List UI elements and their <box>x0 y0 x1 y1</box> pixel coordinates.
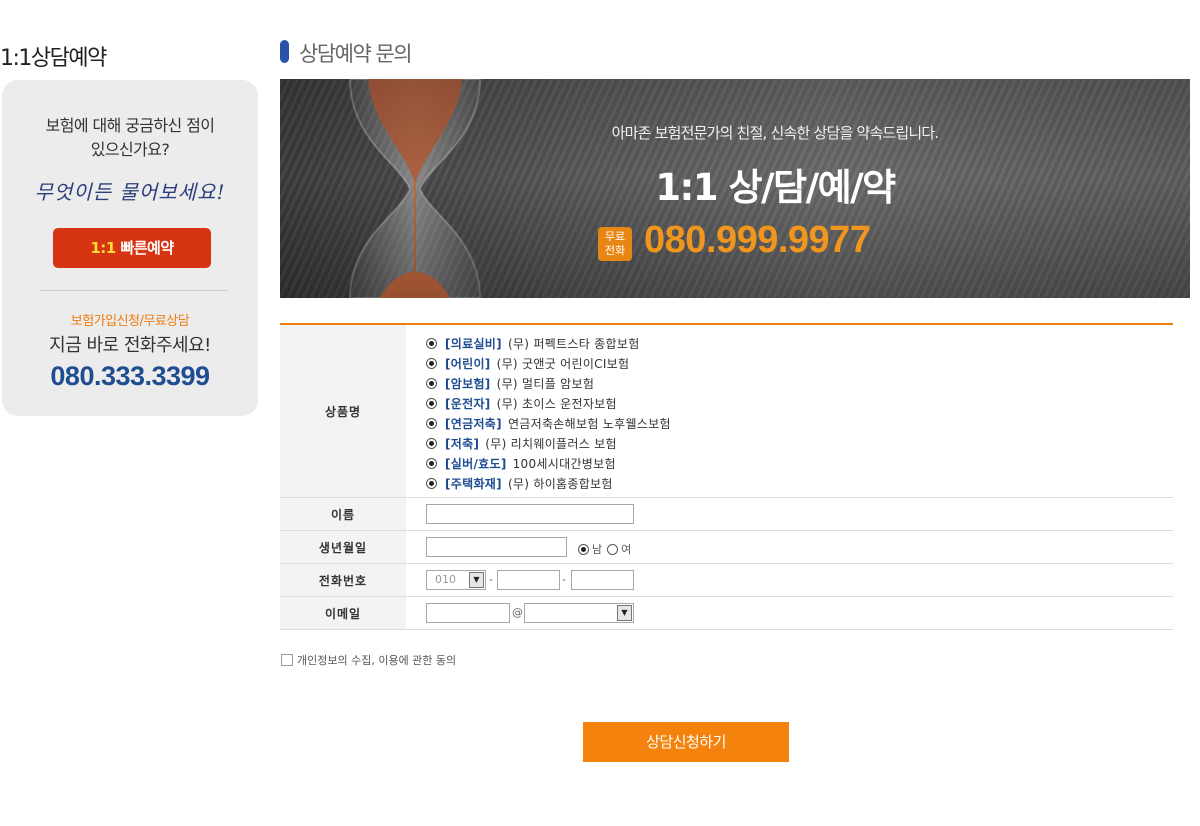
dropdown-arrow-icon[interactable]: ▼ <box>617 605 632 621</box>
product-option[interactable]: [주택화재] (무) 하이홈종합보험 <box>426 473 671 493</box>
sidebar-call-text: 지금 바로 전화주세요! <box>49 335 211 356</box>
product-name: (무) 하이홈종합보험 <box>507 476 613 491</box>
phone-row: 전화번호 010 ▼ - - <box>280 564 1173 597</box>
birth-row: 생년월일 남 여 <box>280 531 1173 564</box>
sidebar-phone: 080.333.3399 <box>50 361 210 391</box>
sidebar-question: 보험에 대해 궁금하신 점이 있으신가요? <box>2 114 258 162</box>
radio-selected-icon[interactable] <box>426 337 437 349</box>
birth-input[interactable] <box>426 537 567 557</box>
product-option[interactable]: [암보험] (무) 멀티플 암보험 <box>426 373 671 393</box>
product-option[interactable]: [어린이] (무) 굿앤굿 어린이CI보험 <box>426 353 671 373</box>
sidebar-title: 1:1상담예약 <box>0 46 107 71</box>
radio-selected-icon[interactable] <box>426 437 437 449</box>
birth-label: 생년월일 <box>280 531 406 563</box>
radio-selected-icon[interactable] <box>426 477 437 489</box>
free-call-badge-line1: 무료 <box>604 230 626 243</box>
quick-reservation-prefix: 1:1 <box>90 239 116 257</box>
product-name: (무) 퍼펙트스타 종합보험 <box>507 336 640 351</box>
gender-male-label: 남 <box>592 543 603 556</box>
privacy-consent[interactable]: 개인정보의 수집, 이용에 관한 동의 <box>281 652 456 668</box>
submit-button[interactable]: 상담신청하기 <box>583 722 789 762</box>
name-row: 이름 <box>280 498 1173 531</box>
sidebar-question-line2: 있으신가요? <box>90 140 170 159</box>
product-name: (무) 멀티플 암보험 <box>496 376 595 391</box>
quick-reservation-label: 빠른예약 <box>120 239 174 257</box>
gender-female-label: 여 <box>621 543 632 556</box>
product-option[interactable]: [연금저축] 연금저축손해보험 노후웰스보험 <box>426 413 671 433</box>
phone-middle-input[interactable] <box>497 570 560 590</box>
name-input[interactable] <box>426 504 634 524</box>
radio-selected-icon[interactable] <box>426 457 437 469</box>
banner-title: 1:1 상/담/예/약 <box>655 166 896 209</box>
phone-label: 전화번호 <box>280 564 406 596</box>
checkbox-icon[interactable] <box>281 654 293 666</box>
product-category: [어린이] <box>445 356 491 371</box>
dropdown-arrow-icon[interactable]: ▼ <box>469 572 484 588</box>
gender-male-radio[interactable] <box>578 543 589 555</box>
product-name: 연금저축손해보험 노후웰스보험 <box>507 416 671 431</box>
radio-selected-icon[interactable] <box>426 417 437 429</box>
product-category: [실버/효도] <box>445 456 507 471</box>
sidebar-panel: 보험에 대해 궁금하신 점이 있으신가요? 무엇이든 물어보세요! 1:1 빠른… <box>2 80 258 416</box>
email-domain-select[interactable]: ▼ <box>524 603 634 623</box>
sidebar-question-line1: 보험에 대해 궁금하신 점이 <box>45 116 215 135</box>
product-category: [주택화재] <box>445 476 502 491</box>
product-option[interactable]: [운전자] (무) 초이스 운전자보험 <box>426 393 671 413</box>
product-name: (무) 리치웨이플러스 보험 <box>485 436 617 451</box>
product-category: [암보험] <box>445 376 491 391</box>
product-category: [운전자] <box>445 396 491 411</box>
banner-phone: 080.999.9977 <box>644 219 871 261</box>
product-option[interactable]: [실버/효도] 100세시대간병보험 <box>426 453 671 473</box>
sidebar-divider <box>40 290 228 291</box>
gender-female-radio[interactable] <box>607 543 619 555</box>
hero-banner: 아마존 보험전문가의 친절, 신속한 상담을 약속드립니다. 1:1 상/담/예… <box>280 79 1190 298</box>
radio-selected-icon[interactable] <box>426 397 437 409</box>
free-call-badge: 무료 전화 <box>598 227 632 261</box>
free-call-badge-line2: 전화 <box>604 244 626 257</box>
product-name: (무) 초이스 운전자보험 <box>496 396 617 411</box>
quick-reservation-button[interactable]: 1:1 빠른예약 <box>53 228 211 268</box>
product-option[interactable]: [저축] (무) 리치웨이플러스 보험 <box>426 433 671 453</box>
radio-selected-icon[interactable] <box>426 357 437 369</box>
banner-subtitle: 아마존 보험전문가의 친절, 신속한 상담을 약속드립니다. <box>611 124 940 142</box>
product-row: 상품명 [의료실비] (무) 퍼펙트스타 종합보험 [어린이] (무) 굿앤굿 어린… <box>280 325 1173 498</box>
email-id-input[interactable] <box>426 603 510 623</box>
phone-prefix-value: 010 <box>435 573 456 586</box>
email-at-sign: @ <box>512 606 523 619</box>
product-name: 100세시대간병보험 <box>512 456 616 471</box>
radio-selected-icon[interactable] <box>426 377 437 389</box>
product-option[interactable]: [의료실비] (무) 퍼펙트스타 종합보험 <box>426 333 671 353</box>
product-list: [의료실비] (무) 퍼펙트스타 종합보험 [어린이] (무) 굿앤굿 어린이CI보… <box>426 333 671 493</box>
phone-separator: - <box>489 573 493 586</box>
sidebar-handwriting: 무엇이든 물어보세요! <box>34 180 226 204</box>
product-category: [저축] <box>445 436 480 451</box>
sidebar-sub-label: 보험가입신청/무료상담 <box>70 314 190 329</box>
name-label: 이름 <box>280 498 406 530</box>
phone-last-input[interactable] <box>571 570 634 590</box>
privacy-consent-label: 개인정보의 수집, 이용에 관한 동의 <box>297 654 457 667</box>
phone-separator: - <box>562 573 566 586</box>
email-row: 이메일 @ ▼ <box>280 597 1173 630</box>
title-bullet-icon <box>280 40 289 63</box>
page-title: 상담예약 문의 <box>299 42 413 66</box>
product-name: (무) 굿앤굿 어린이CI보험 <box>496 356 630 371</box>
product-label: 상품명 <box>280 325 406 497</box>
product-category: [의료실비] <box>445 336 502 351</box>
product-category: [연금저축] <box>445 416 502 431</box>
gender-group: 남 여 <box>578 541 636 557</box>
phone-prefix-select[interactable]: 010 ▼ <box>426 570 486 590</box>
email-label: 이메일 <box>280 597 406 629</box>
